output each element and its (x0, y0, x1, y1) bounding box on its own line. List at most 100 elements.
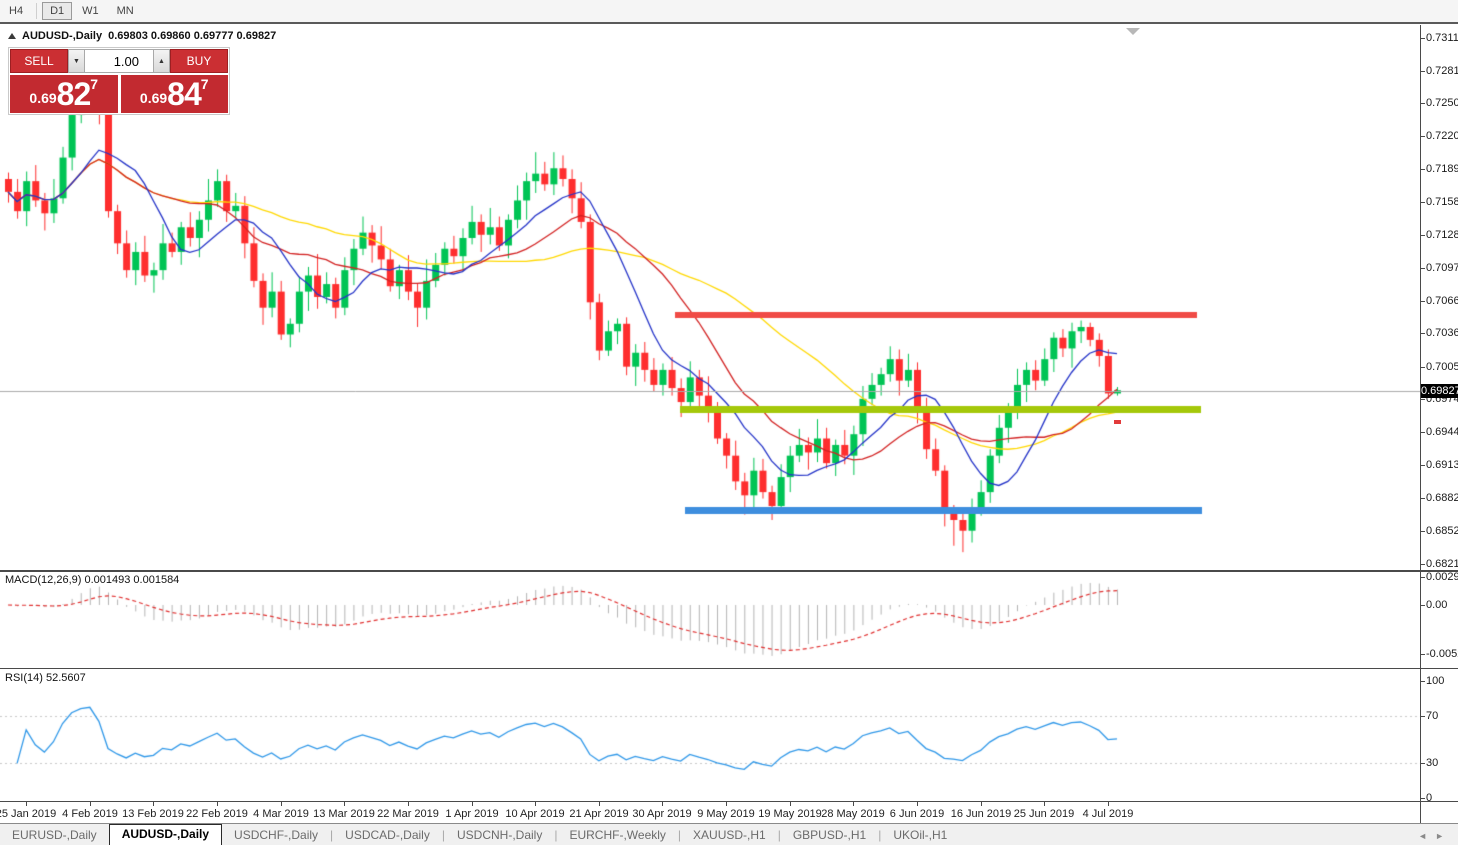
time-axis-label: 10 Apr 2019 (505, 808, 564, 820)
chart-tab-usdcnh[interactable]: USDCNH-,Daily (445, 826, 554, 845)
buy-button[interactable]: BUY (170, 49, 228, 73)
rsi-axis-label: 0 (1426, 792, 1432, 804)
chart-tab-eurchf[interactable]: EURCHF-,Weekly (557, 826, 677, 845)
price-axis-label: 0.68210 (1426, 558, 1458, 570)
chart-ohlc-values: 0.69803 0.69860 0.69777 0.69827 (108, 30, 276, 42)
chevron-up-icon: ▲ (158, 58, 165, 65)
price-axis-label-tick (1421, 136, 1425, 137)
timeframe-toolbar: H4 D1W1MN (0, 0, 1458, 23)
sell-button[interactable]: SELL (10, 49, 68, 73)
time-axis-tick (472, 802, 473, 806)
time-axis-label: 28 May 2019 (821, 808, 885, 820)
time-axis-tick (599, 802, 600, 806)
time-axis-tick (790, 802, 791, 806)
macd-axis-label-tick (1421, 577, 1425, 578)
price-axis-label-tick (1421, 367, 1425, 368)
time-axis-tick (662, 802, 663, 806)
chart-tab-ukoil[interactable]: UKOil-,H1 (881, 826, 959, 845)
price-axis-label-tick (1421, 268, 1425, 269)
toolbar-separator (36, 3, 37, 19)
current-price-badge: 0.69827 (1421, 384, 1458, 398)
time-axis-label: 4 Feb 2019 (62, 808, 118, 820)
panel-separator-macd[interactable] (0, 570, 1458, 572)
chart-tab-eurusd[interactable]: EURUSD-,Daily (0, 826, 109, 845)
time-axis-label: 21 Apr 2019 (569, 808, 628, 820)
price-axis-label: 0.71280 (1426, 229, 1458, 241)
price-axis-label-tick (1421, 169, 1425, 170)
price-axis-label-tick (1421, 103, 1425, 104)
price-axis-label-tick (1421, 71, 1425, 72)
price-scale-border (1420, 25, 1421, 823)
chart-tab-audusd[interactable]: AUDUSD-,Daily (109, 824, 222, 845)
timeframe-button-d1[interactable]: D1 (42, 2, 72, 20)
time-axis-tick (26, 802, 27, 806)
rsi-indicator-label: RSI(14) 52.5607 (5, 672, 86, 684)
time-axis-label: 19 May 2019 (758, 808, 822, 820)
one-click-trading-panel: SELL ▼ 1.00 ▲ BUY 0.69 82 7 0.69 84 7 (8, 47, 230, 115)
symbol-triangle-icon (8, 33, 16, 39)
rsi-axis-label-tick (1421, 716, 1425, 717)
timeframe-button-mn[interactable]: MN (109, 2, 142, 20)
price-axis-label: 0.68520 (1426, 525, 1458, 537)
chart-shift-marker-icon[interactable] (1126, 28, 1140, 35)
price-axis-label: 0.71890 (1426, 163, 1458, 175)
sell-arrow-marker (1114, 420, 1121, 424)
price-axis-label: 0.70970 (1426, 262, 1458, 274)
timeframe-button-h4[interactable]: H4 (1, 2, 31, 20)
rsi-axis-label-tick (1421, 763, 1425, 764)
macd-axis-label-tick (1421, 654, 1425, 655)
chart-tab-usdcad[interactable]: USDCAD-,Daily (333, 826, 442, 845)
buy-price-quote[interactable]: 0.69 84 7 (121, 75, 229, 113)
price-axis-label: 0.71585 (1426, 196, 1458, 208)
scroll-right-icon[interactable]: ► (1435, 831, 1452, 841)
buy-price-pipette: 7 (201, 77, 209, 91)
timeframe-button-w1[interactable]: W1 (74, 2, 107, 20)
price-axis-label: 0.72200 (1426, 130, 1458, 142)
rsi-axis-label: 100 (1426, 675, 1444, 687)
chart-tab-usdchf[interactable]: USDCHF-,Daily (222, 826, 330, 845)
price-axis-label: 0.72810 (1426, 65, 1458, 77)
price-axis-label-tick (1421, 465, 1425, 466)
time-axis-tick (90, 802, 91, 806)
volume-decrease-button[interactable]: ▼ (68, 49, 85, 73)
time-axis-tick (217, 802, 218, 806)
volume-input[interactable]: 1.00 (85, 49, 153, 73)
chart-tab-xauusd[interactable]: XAUUSD-,H1 (681, 826, 778, 845)
time-axis-label: 22 Feb 2019 (186, 808, 248, 820)
time-axis-label: 25 Jun 2019 (1014, 808, 1075, 820)
price-axis-label: 0.70360 (1426, 327, 1458, 339)
chart-tab-gbpusd[interactable]: GBPUSD-,H1 (781, 826, 878, 845)
time-axis-label: 30 Apr 2019 (632, 808, 691, 820)
macd-panel-canvas[interactable] (0, 572, 1421, 668)
time-axis-tick (535, 802, 536, 806)
sell-price-quote[interactable]: 0.69 82 7 (10, 75, 118, 113)
time-axis-tick (281, 802, 282, 806)
price-axis-label-tick (1421, 202, 1425, 203)
price-axis-label: 0.69130 (1426, 459, 1458, 471)
sell-price-pipette: 7 (90, 77, 98, 91)
buy-price-prefix: 0.69 (140, 85, 167, 111)
rsi-panel-canvas[interactable] (0, 669, 1421, 801)
panel-separator-rsi[interactable] (0, 668, 1458, 669)
time-axis-label: 25 Jan 2019 (0, 808, 56, 820)
rsi-axis-label-tick (1421, 798, 1425, 799)
time-axis-tick (981, 802, 982, 806)
time-axis-tick (153, 802, 154, 806)
tab-scroll-arrows[interactable]: ◄► (1418, 831, 1452, 841)
rsi-axis-label: 70 (1426, 710, 1438, 722)
price-axis-label-tick (1421, 301, 1425, 302)
price-axis-label: 0.70665 (1426, 295, 1458, 307)
price-axis-label-tick (1421, 333, 1425, 334)
scroll-left-icon[interactable]: ◄ (1418, 831, 1435, 841)
time-axis-tick (853, 802, 854, 806)
time-axis-label: 4 Jul 2019 (1083, 808, 1134, 820)
time-axis-tick (408, 802, 409, 806)
time-axis-label: 13 Mar 2019 (313, 808, 375, 820)
chart-tabs: EURUSD-,DailyAUDUSD-,DailyUSDCHF-,Daily|… (0, 824, 959, 845)
price-axis-label: 0.69440 (1426, 426, 1458, 438)
buy-price-big: 84 (167, 77, 201, 111)
rsi-axis-label: 30 (1426, 757, 1438, 769)
sell-price-prefix: 0.69 (29, 85, 56, 111)
time-axis-label: 16 Jun 2019 (951, 808, 1012, 820)
volume-increase-button[interactable]: ▲ (153, 49, 170, 73)
